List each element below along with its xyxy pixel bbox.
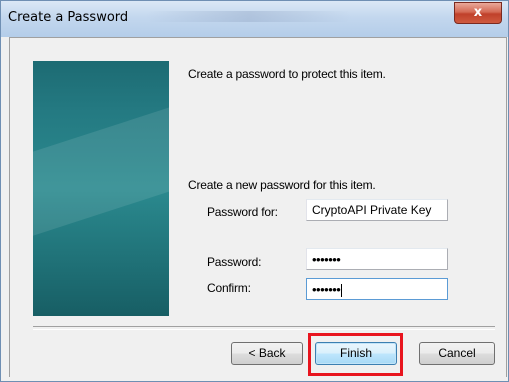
close-button[interactable]: x [454, 2, 502, 24]
wizard-side-image [33, 61, 169, 316]
finish-highlight-box [308, 333, 403, 376]
cancel-button[interactable]: Cancel [419, 342, 495, 365]
intro-text: Create a password to protect this item. [188, 67, 386, 81]
window-title: Create a Password [8, 10, 129, 25]
text-caret [341, 284, 343, 298]
password-for-field: CryptoAPI Private Key [306, 199, 448, 221]
title-bar-background-text [146, 11, 351, 22]
section-text: Create a new password for this item. [188, 178, 376, 192]
separator [33, 326, 495, 330]
password-label: Password: [207, 255, 262, 269]
back-button[interactable]: < Back [231, 342, 303, 365]
confirm-input[interactable]: ••••••• [306, 278, 448, 300]
password-input[interactable]: ••••••• [306, 248, 448, 270]
confirm-value: ••••••• [312, 282, 341, 297]
password-value: ••••••• [312, 252, 341, 267]
confirm-label: Confirm: [207, 281, 251, 295]
title-bar[interactable]: Create a Password x [1, 1, 508, 37]
password-for-value: CryptoAPI Private Key [312, 203, 432, 217]
password-for-label: Password for: [207, 205, 278, 219]
